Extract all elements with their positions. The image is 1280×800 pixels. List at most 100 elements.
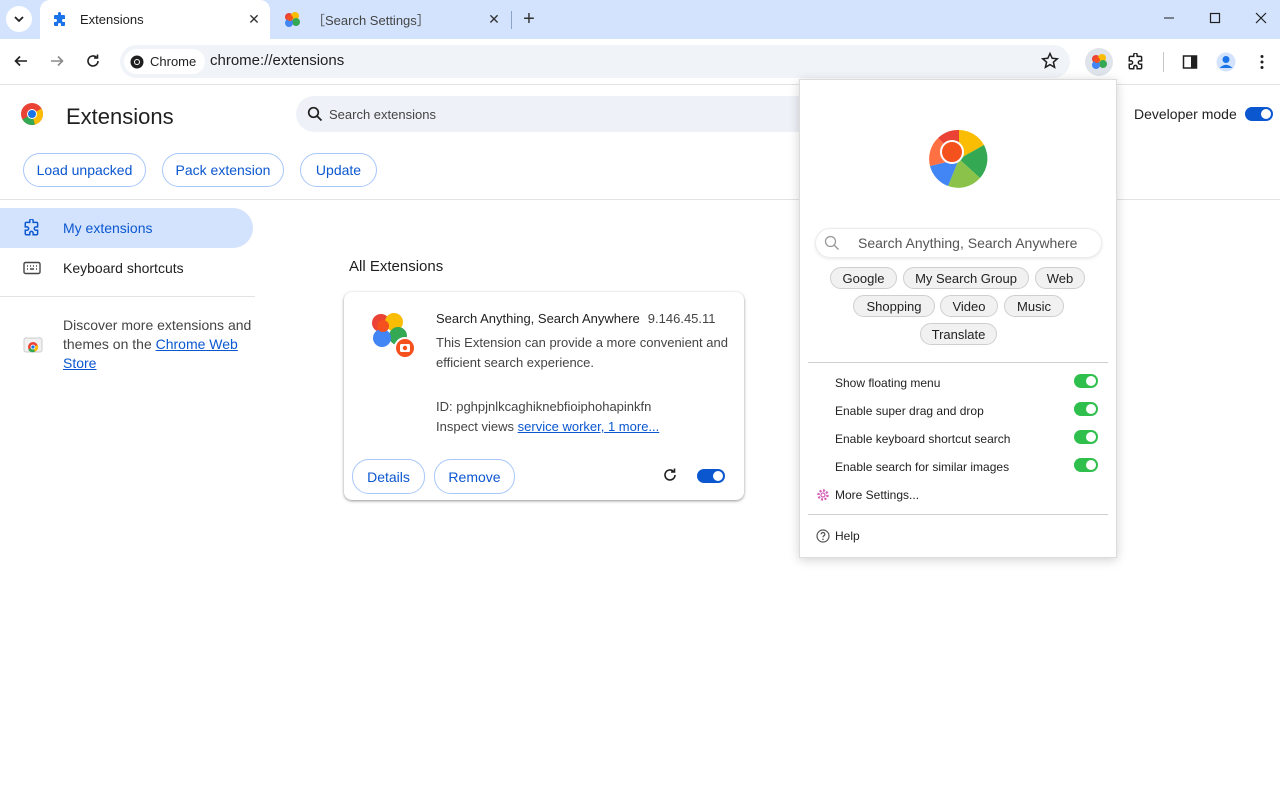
popup-divider: [808, 362, 1108, 363]
tab-separator: [511, 11, 512, 29]
setting-super-drag-drop: Enable super drag and drop: [835, 404, 984, 418]
details-button[interactable]: Details: [352, 459, 425, 494]
inspect-views-link[interactable]: service worker, 1 more...: [518, 419, 660, 434]
sidebar-item-label: Keyboard shortcuts: [63, 260, 184, 276]
setting-similar-images: Enable search for similar images: [835, 460, 1010, 474]
arrow-left-icon: [14, 55, 27, 67]
puzzle-icon: [1128, 53, 1143, 70]
sidebar-item-label: My extensions: [63, 220, 153, 236]
toggle-knob: [1261, 109, 1271, 119]
toggle-keyboard-shortcut-search[interactable]: [1074, 430, 1098, 444]
toggle-knob: [1086, 376, 1096, 386]
chip-label: Chrome: [150, 54, 197, 69]
reload-icon: [87, 54, 99, 67]
site-info-chip[interactable]: Chrome: [124, 49, 206, 74]
extension-id: ID: pghpjnlkcaghiknebfioiphohapinkfn: [436, 399, 652, 414]
tab-extensions[interactable]: Extensions ✕: [40, 0, 270, 39]
chrome-menu-button[interactable]: [1248, 48, 1276, 76]
setting-keyboard-shortcut-search: Enable keyboard shortcut search: [835, 432, 1011, 446]
pack-extension-button[interactable]: Pack extension: [162, 153, 284, 187]
pill-translate[interactable]: Translate: [920, 323, 997, 345]
extension-version: 9.146.45.11: [647, 311, 716, 326]
close-icon[interactable]: ✕: [484, 10, 504, 30]
extension-enable-toggle[interactable]: [697, 469, 725, 483]
extensions-menu-button[interactable]: [1122, 48, 1150, 76]
tab-search-settings[interactable]: ［Search Settings］ ✕: [272, 0, 510, 39]
help-link[interactable]: Help: [835, 529, 860, 543]
arrow-right-icon: [51, 55, 64, 67]
extension-name: Search Anything, Search Anywhere 9.146.45…: [436, 311, 716, 326]
search-icon: [824, 235, 839, 250]
reload-extension-icon[interactable]: [662, 467, 678, 483]
extension-popup: Search Anything, Search Anywhere Google …: [799, 79, 1117, 558]
chevron-down-icon: [14, 16, 24, 23]
pill-shopping[interactable]: Shopping: [853, 295, 935, 317]
remove-button[interactable]: Remove: [434, 459, 515, 494]
update-button[interactable]: Update: [300, 153, 377, 187]
profile-button[interactable]: [1212, 48, 1240, 76]
pill-video[interactable]: Video: [940, 295, 998, 317]
forward-button[interactable]: [43, 47, 71, 75]
developer-mode-label: Developer mode: [1134, 106, 1237, 122]
puzzle-icon: [50, 11, 70, 28]
chrome-web-store-icon: [23, 337, 43, 353]
url-text: chrome://extensions: [210, 52, 345, 69]
plus-icon: +: [523, 7, 535, 30]
back-button[interactable]: [7, 47, 35, 75]
sidebar-item-my-extensions[interactable]: My extensions: [0, 208, 253, 248]
close-window-button[interactable]: [1238, 0, 1280, 36]
avatar-icon: [1216, 52, 1236, 72]
close-icon[interactable]: ✕: [244, 10, 264, 30]
close-icon: [1255, 12, 1267, 24]
load-unpacked-button[interactable]: Load unpacked: [23, 153, 146, 187]
colorful-flower-icon: [1092, 54, 1107, 69]
sidebar-divider: [0, 296, 255, 297]
tab-title: Extensions: [80, 12, 144, 27]
popup-search-input[interactable]: Search Anything, Search Anywhere: [816, 229, 1101, 257]
discover-more-text: Discover more extensions and themes on t…: [63, 317, 252, 371]
minimize-button[interactable]: [1146, 0, 1192, 36]
inspect-views: Inspect views service worker, 1 more...: [436, 419, 660, 434]
search-icon: [307, 106, 323, 122]
extension-card: Search Anything, Search Anywhere 9.146.45…: [344, 292, 744, 500]
help-icon: [816, 529, 830, 543]
toggle-knob: [1086, 460, 1096, 470]
developer-mode-toggle[interactable]: [1245, 107, 1273, 121]
toggle-show-floating-menu[interactable]: [1074, 374, 1098, 388]
reload-button[interactable]: [79, 47, 107, 75]
extension-description: This Extension can provide a more conven…: [436, 335, 728, 370]
sidebar-item-keyboard-shortcuts[interactable]: Keyboard shortcuts: [0, 248, 253, 288]
bookmark-star-icon[interactable]: [1040, 51, 1060, 71]
new-tab-button[interactable]: +: [517, 7, 541, 31]
side-panel-button[interactable]: [1176, 48, 1204, 76]
pill-web[interactable]: Web: [1035, 267, 1085, 289]
omnibox[interactable]: Chrome chrome://extensions: [120, 45, 1070, 78]
search-anything-extension-button[interactable]: [1085, 48, 1113, 76]
tab-search-button[interactable]: [6, 6, 32, 32]
extension-icon: [23, 219, 43, 237]
minimize-icon: [1164, 17, 1174, 19]
toolbar-separator: [1163, 52, 1164, 72]
gear-icon: [817, 489, 829, 501]
tab-strip: Extensions ✕ ［Search Settings］ ✕ +: [0, 0, 1280, 39]
page-title: Extensions: [66, 104, 174, 129]
toggle-knob: [1086, 404, 1096, 414]
popup-divider: [808, 514, 1108, 515]
popup-search-placeholder: Search Anything, Search Anywhere: [858, 235, 1078, 251]
maximize-icon: [1209, 12, 1221, 24]
colorful-flower-icon: [372, 313, 416, 359]
keyboard-icon: [23, 261, 43, 275]
pill-google[interactable]: Google: [830, 267, 897, 289]
chrome-icon: [130, 55, 144, 68]
toggle-knob: [1086, 432, 1096, 442]
maximize-button[interactable]: [1192, 0, 1238, 36]
toggle-similar-images[interactable]: [1074, 458, 1098, 472]
toggle-knob: [713, 471, 723, 481]
pill-music[interactable]: Music: [1004, 295, 1064, 317]
more-settings-link[interactable]: More Settings...: [835, 488, 919, 502]
toggle-super-drag-drop[interactable]: [1074, 402, 1098, 416]
search-placeholder: Search extensions: [329, 107, 436, 122]
colorful-flower-icon: [282, 11, 302, 29]
pill-my-search-group[interactable]: My Search Group: [903, 267, 1029, 289]
chrome-logo-icon: [21, 103, 43, 126]
